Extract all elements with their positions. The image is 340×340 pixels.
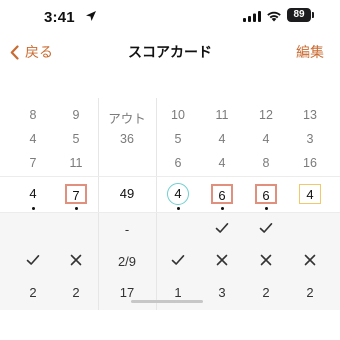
handicap-value: 8 [262,156,270,170]
out-stat-a: - [124,222,130,237]
out-par-total: 36 [120,132,134,146]
handicap-value: 11 [69,156,83,170]
putts-value: 2 [29,285,37,300]
status-time: 3:41 [44,9,75,26]
cellular-signal-icon [243,11,261,22]
hole-number: 9 [72,108,80,122]
putts-value: 3 [218,285,226,300]
check-icon [245,222,287,237]
check-icon [157,254,199,269]
hole-number: 12 [259,108,273,122]
putt-dot [220,207,224,210]
score-value-double-bogey: 6 [255,184,277,204]
out-putts-total: 17 [119,285,135,300]
page-title: スコアカード [128,44,212,60]
x-icon [289,254,331,269]
putt-dot [74,207,78,210]
putt-dot [176,207,180,210]
horizontal-scrollbar[interactable] [131,300,203,303]
handicap-value: 7 [29,156,37,170]
out-stat-b: 2/9 [117,254,137,269]
putts-value: 2 [306,285,314,300]
score-row: 4 7 49 4 6 6 4 [0,176,340,212]
putt-dot [31,207,35,210]
score-value-double-bogey: 6 [211,184,233,204]
par-value: 3 [306,132,314,146]
hole-number: 10 [171,108,185,122]
score-value-birdie: 4 [167,183,189,205]
par-value: 5 [72,132,80,146]
putts-value: 1 [174,285,182,300]
nav-bar: 戻る スコアカード 編集 [0,36,340,66]
stats-row-b: 2/9 [0,254,340,274]
check-icon [12,254,54,269]
par-value: 4 [262,132,270,146]
par-value: 5 [174,132,182,146]
x-icon [55,254,97,269]
putt-dot [264,207,268,210]
putts-value: 2 [262,285,270,300]
putts-value: 2 [72,285,80,300]
score-value-selected: 4 [299,184,321,204]
hole-number: 13 [303,108,317,122]
check-icon [201,222,243,237]
handicap-value: 6 [174,156,182,170]
out-score-total: 49 [119,186,135,201]
handicap-value: 4 [218,156,226,170]
hole-number: 11 [215,108,229,122]
status-bar: 3:41 89 [0,0,340,40]
hole-number: 8 [29,108,37,122]
wifi-icon [267,11,281,22]
score-value: 4 [29,186,37,201]
handicap-value: 16 [303,156,317,170]
score-value-double-bogey: 7 [65,184,87,204]
battery-tip [312,12,314,18]
par-value: 4 [29,132,37,146]
location-arrow-icon [86,11,96,21]
battery-indicator: 89 [287,8,311,22]
stats-row-a: - [0,222,340,242]
edit-button[interactable]: 編集 [296,42,324,62]
divider-score-bottom [0,212,340,213]
par-value: 4 [218,132,226,146]
x-icon [201,254,243,269]
out-label: アウト [108,112,146,126]
x-icon [245,254,287,269]
